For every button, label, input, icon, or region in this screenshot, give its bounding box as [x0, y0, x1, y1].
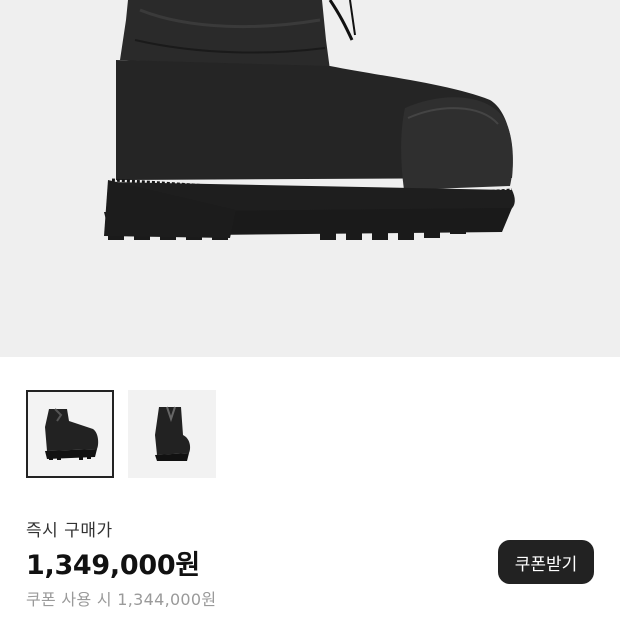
- price: 1,349,000원: [26, 550, 200, 581]
- boot-side-thumb-icon: [45, 408, 99, 460]
- boot-front-thumb-icon: [155, 406, 191, 461]
- price-label: 즉시 구매가: [26, 521, 113, 541]
- boot-image: [104, 0, 515, 240]
- get-coupon-button[interactable]: 쿠폰받기: [498, 540, 594, 584]
- thumbnail-2[interactable]: [128, 390, 216, 478]
- product-hero-image: [0, 0, 620, 357]
- thumbnail-1[interactable]: [26, 390, 114, 478]
- coupon-price: 쿠폰 사용 시 1,344,000원: [26, 590, 217, 609]
- thumbnail-list: [26, 390, 216, 478]
